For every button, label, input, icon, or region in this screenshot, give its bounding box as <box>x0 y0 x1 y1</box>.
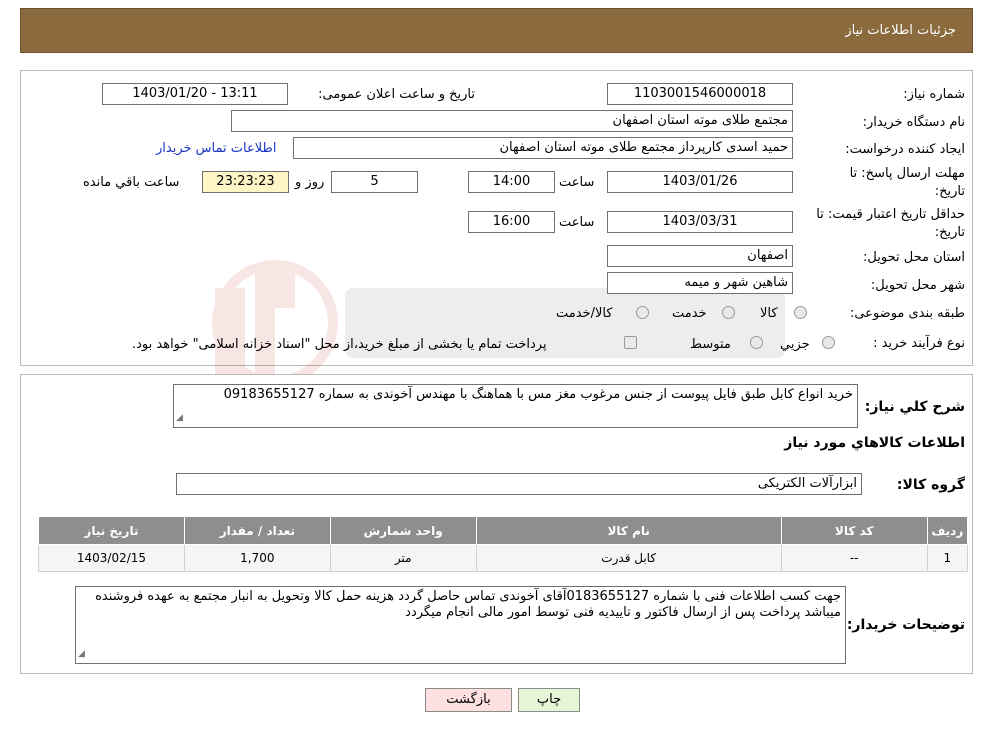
deadline-label-line2: تاریخ: <box>934 184 965 199</box>
deadline-time-field: 14:00 <box>468 171 555 193</box>
buyer-notes-label: توضیحات خریدار: <box>846 617 965 633</box>
deadline-label-line1: مهلت ارسال پاسخ: تا <box>849 166 965 181</box>
purchase-minor-label: جزيي <box>780 337 810 352</box>
cell-unit: متر <box>329 544 477 572</box>
category-service-radio[interactable] <box>722 306 735 319</box>
goods-group-field: ابزارآلات الکتریکی <box>176 473 862 495</box>
purchase-medium-radio[interactable] <box>750 336 763 349</box>
treasury-payment-note: پرداخت تمام یا بخشی از مبلغ خرید،از محل … <box>132 337 547 352</box>
purchase-type-label: نوع فرآیند خرید : <box>873 336 965 351</box>
treasury-payment-checkbox[interactable] <box>624 336 637 349</box>
buyer-notes-text: جهت کسب اطلاعات فنی با شماره 0183655127آ… <box>95 589 841 620</box>
cell-row-number: 1 <box>926 544 969 572</box>
table-row: 1 -- کابل قدرت متر 1,700 1403/02/15 <box>38 544 969 572</box>
back-button[interactable]: بازگشت <box>425 688 512 712</box>
print-button[interactable]: چاپ <box>518 688 580 712</box>
province-field: اصفهان <box>607 245 793 267</box>
purchase-medium-label: متوسط <box>690 337 731 352</box>
creator-field: حمید اسدی کارپرداز مجتمع طلای موته استان… <box>293 137 793 159</box>
price-validity-time-label: ساعت <box>559 215 595 230</box>
col-row-number: رديف <box>926 516 969 545</box>
summary-text: خرید انواع کابل طبق فایل پیوست از جنس مر… <box>223 387 853 402</box>
price-validity-label-line1: حداقل تاریخ اعتبار قیمت: تا <box>816 207 965 222</box>
col-quantity: تعداد / مقدار <box>183 516 331 545</box>
category-service-label: خدمت <box>672 306 707 321</box>
creator-label: ایجاد کننده درخواست: <box>845 142 965 157</box>
cell-item-name: کابل قدرت <box>475 544 782 572</box>
summary-textarea[interactable]: خرید انواع کابل طبق فایل پیوست از جنس مر… <box>173 384 858 428</box>
category-goods-radio[interactable] <box>794 306 807 319</box>
time-remaining-field: 23:23:23 <box>202 171 289 193</box>
price-validity-time-field: 16:00 <box>468 211 555 233</box>
buyer-org-label: نام دستگاه خریدار: <box>862 115 965 130</box>
category-goods-service-label: کالا/خدمت <box>556 306 613 321</box>
need-number-label: شماره نیاز: <box>903 87 965 102</box>
cell-need-date: 1403/02/15 <box>38 544 185 572</box>
deadline-time-label: ساعت <box>559 175 595 190</box>
col-need-date: تاريخ نياز <box>38 516 185 545</box>
province-label: استان محل تحویل: <box>863 250 965 265</box>
page-header: جزئیات اطلاعات نیاز <box>20 8 973 53</box>
price-validity-date-field: 1403/03/31 <box>607 211 793 233</box>
deadline-date-field: 1403/01/26 <box>607 171 793 193</box>
purchase-minor-radio[interactable] <box>822 336 835 349</box>
category-label: طبقه بندی موضوعی: <box>849 306 965 321</box>
announce-datetime-field: 1403/01/20 - 13:11 <box>102 83 288 105</box>
col-item-code: کد کالا <box>780 516 928 545</box>
price-validity-label-line2: تاریخ: <box>934 225 965 240</box>
need-number-field: 1103001546000018 <box>607 83 793 105</box>
days-label: روز و <box>295 175 325 190</box>
city-label: شهر محل تحویل: <box>870 278 965 293</box>
buyer-contact-link[interactable]: اطلاعات تماس خریدار <box>156 141 276 156</box>
page-title: جزئیات اطلاعات نیاز <box>845 23 956 38</box>
cell-item-code: -- <box>780 544 928 572</box>
announce-datetime-label: تاریخ و ساعت اعلان عمومی: <box>318 87 475 102</box>
category-goods-service-radio[interactable] <box>636 306 649 319</box>
city-field: شاهین شهر و میمه <box>607 272 793 294</box>
col-item-name: نام کالا <box>475 516 782 545</box>
buyer-org-field: مجتمع طلای موته استان اصفهان <box>231 110 793 132</box>
goods-group-label: گروه کالا: <box>896 477 965 493</box>
buyer-notes-textarea[interactable]: جهت کسب اطلاعات فنی با شماره 0183655127آ… <box>75 586 846 664</box>
table-header-row: رديف کد کالا نام کالا واحد شمارش تعداد /… <box>38 516 969 545</box>
goods-info-title: اطلاعات کالاهاي مورد نياز <box>784 435 965 451</box>
resize-grip-icon[interactable]: ◢ <box>176 410 183 426</box>
goods-table-wrapper: رديف کد کالا نام کالا واحد شمارش تعداد /… <box>38 516 969 578</box>
resize-grip-icon[interactable]: ◢ <box>78 646 85 662</box>
summary-label: شرح کلي نياز: <box>864 399 965 415</box>
time-remaining-label: ساعت باقي مانده <box>83 175 180 190</box>
category-goods-label: کالا <box>760 306 778 321</box>
col-unit: واحد شمارش <box>329 516 477 545</box>
goods-table: رديف کد کالا نام کالا واحد شمارش تعداد /… <box>38 516 969 572</box>
cell-quantity: 1,700 <box>183 544 331 572</box>
days-remaining-field: 5 <box>331 171 418 193</box>
